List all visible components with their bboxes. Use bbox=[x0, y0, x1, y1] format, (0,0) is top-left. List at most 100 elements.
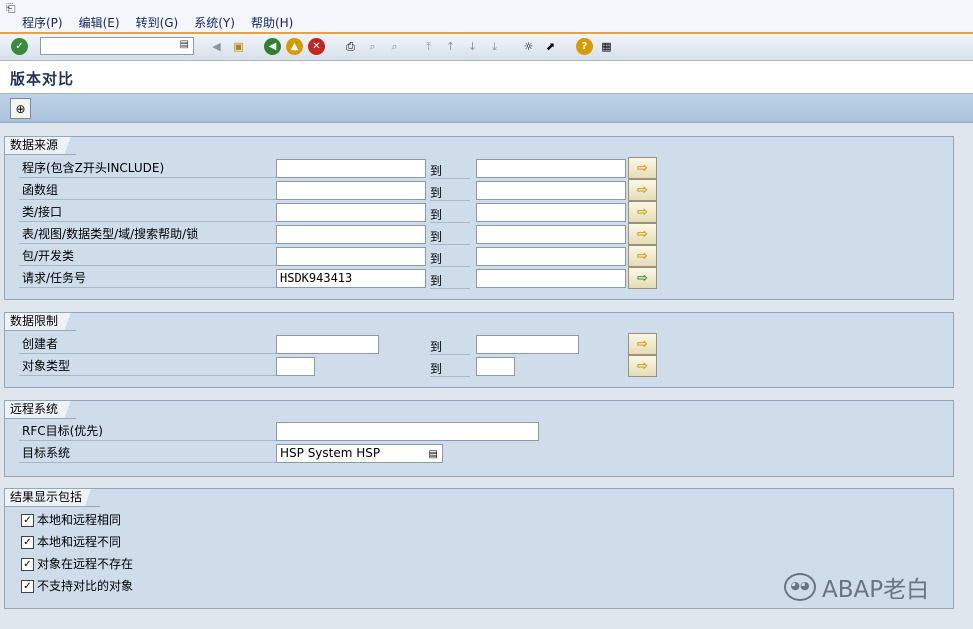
group-title: 远程系统 bbox=[5, 401, 77, 419]
command-dropdown-icon[interactable]: ▤ bbox=[180, 39, 189, 50]
request-from-input[interactable]: HSDK943413 bbox=[276, 269, 426, 288]
table-from-input[interactable] bbox=[276, 225, 426, 244]
option-label: 本地和远程不同 bbox=[37, 535, 122, 549]
to-label: 到 bbox=[430, 228, 470, 245]
group-title: 数据限制 bbox=[5, 313, 77, 331]
back-icon[interactable]: ◀ bbox=[264, 38, 281, 55]
group-data-limits: 数据限制 创建者 到 ⇨ 对象类型 到 ⇨ bbox=[4, 312, 954, 388]
help-icon[interactable]: ? bbox=[576, 38, 593, 55]
shortcut-icon[interactable]: ⬈ bbox=[542, 38, 559, 55]
package-from-input[interactable] bbox=[276, 247, 426, 266]
check-icon[interactable]: ✓ bbox=[11, 38, 28, 55]
field-label: 类/接口 bbox=[19, 203, 277, 222]
window-menu-icon[interactable]: ⎗ bbox=[6, 1, 16, 16]
option-label: 本地和远程相同 bbox=[37, 513, 122, 527]
checkbox-checked-icon[interactable]: ✓ bbox=[21, 557, 34, 571]
application-toolbar: ⊕ bbox=[0, 94, 973, 123]
table-to-input[interactable] bbox=[476, 225, 626, 244]
to-label: 到 bbox=[430, 206, 470, 223]
target-system-value: HSP System HSP bbox=[280, 446, 381, 460]
field-label: 包/开发类 bbox=[19, 247, 277, 266]
field-label: 创建者 bbox=[19, 335, 277, 354]
function-group-to-input[interactable] bbox=[476, 181, 626, 200]
watermark-text: ABAP老白 bbox=[822, 577, 930, 603]
arrow-right-icon: ⇨ bbox=[637, 226, 648, 242]
menu-help[interactable]: 帮助(H) bbox=[251, 14, 293, 31]
command-field[interactable]: ▤ bbox=[40, 37, 194, 55]
field-label: 对象类型 bbox=[19, 357, 277, 376]
arrow-right-icon: ⇨ bbox=[637, 160, 648, 176]
cancel-icon[interactable]: ✕ bbox=[308, 38, 325, 55]
request-to-input[interactable] bbox=[476, 269, 626, 288]
new-session-icon[interactable]: ☼ bbox=[520, 38, 537, 55]
menu-goto[interactable]: 转到(G) bbox=[136, 14, 179, 31]
standard-toolbar: ✓ ▤ ◀ ▣ ◀ ▲ ✕ ⎙ ⌕ ⌕ ⤒ ↑ ↓ ⤓ ☼ ⬈ ? ▦ bbox=[0, 34, 973, 61]
to-label: 到 bbox=[430, 360, 470, 377]
creator-to-input[interactable] bbox=[476, 335, 579, 354]
option-same[interactable]: ✓ 本地和远程相同 bbox=[21, 511, 121, 529]
arrow-right-icon: ⇨ bbox=[637, 182, 648, 198]
menu-edit[interactable]: 编辑(E) bbox=[79, 14, 120, 31]
object-type-from-input[interactable] bbox=[276, 357, 315, 376]
menu-program[interactable]: 程序(P) bbox=[22, 14, 63, 31]
dropdown-icon[interactable]: ▤ bbox=[429, 446, 438, 463]
group-title: 结果显示包括 bbox=[5, 489, 101, 507]
function-group-from-input[interactable] bbox=[276, 181, 426, 200]
field-label: 表/视图/数据类型/域/搜索帮助/锁 bbox=[19, 225, 277, 244]
multiple-selection-button[interactable]: ⇨ bbox=[628, 355, 657, 377]
page-title: 版本对比 bbox=[10, 70, 75, 88]
group-title: 数据来源 bbox=[5, 137, 77, 155]
multiple-selection-button[interactable]: ⇨ bbox=[628, 201, 657, 223]
program-to-input[interactable] bbox=[476, 159, 626, 178]
field-label: 目标系统 bbox=[19, 444, 277, 463]
group-data-source: 数据来源 程序(包含Z开头INCLUDE) 到 ⇨ 函数组 到 ⇨ 类/接口 到… bbox=[4, 136, 954, 300]
option-unsupported[interactable]: ✓ 不支持对比的对象 bbox=[21, 577, 133, 595]
previous-page-icon[interactable]: ↑ bbox=[442, 38, 459, 55]
class-to-input[interactable] bbox=[476, 203, 626, 222]
wechat-icon: ◕◕ bbox=[784, 573, 816, 601]
object-type-to-input[interactable] bbox=[476, 357, 515, 376]
find-next-icon[interactable]: ⌕ bbox=[386, 38, 403, 55]
arrow-right-icon: ⇨ bbox=[637, 204, 648, 220]
multiple-selection-button[interactable]: ⇨ bbox=[628, 267, 657, 289]
last-page-icon[interactable]: ⤓ bbox=[486, 38, 503, 55]
arrow-right-icon: ⇨ bbox=[637, 358, 648, 374]
menu-system[interactable]: 系统(Y) bbox=[194, 14, 235, 31]
option-label: 不支持对比的对象 bbox=[37, 579, 134, 593]
rfc-destination-input[interactable] bbox=[276, 422, 539, 441]
field-label: 程序(包含Z开头INCLUDE) bbox=[19, 159, 277, 178]
multiple-selection-button[interactable]: ⇨ bbox=[628, 245, 657, 267]
creator-from-input[interactable] bbox=[276, 335, 379, 354]
target-system-select[interactable]: HSP System HSP ▤ bbox=[276, 444, 443, 463]
checkbox-checked-icon[interactable]: ✓ bbox=[21, 535, 34, 549]
field-label: 函数组 bbox=[19, 181, 277, 200]
class-from-input[interactable] bbox=[276, 203, 426, 222]
layout-icon[interactable]: ▦ bbox=[598, 38, 615, 55]
watermark: ◕◕ ABAP老白 bbox=[784, 570, 929, 604]
save-icon[interactable]: ▣ bbox=[230, 38, 247, 55]
multiple-selection-button[interactable]: ⇨ bbox=[628, 333, 657, 355]
to-label: 到 bbox=[430, 184, 470, 201]
print-icon[interactable]: ⎙ bbox=[342, 38, 359, 55]
option-not-in-remote[interactable]: ✓ 对象在远程不存在 bbox=[21, 555, 133, 573]
multiple-selection-button[interactable]: ⇨ bbox=[628, 179, 657, 201]
option-different[interactable]: ✓ 本地和远程不同 bbox=[21, 533, 121, 551]
exit-icon[interactable]: ▲ bbox=[286, 38, 303, 55]
multiple-selection-button[interactable]: ⇨ bbox=[628, 223, 657, 245]
checkbox-checked-icon[interactable]: ✓ bbox=[21, 579, 34, 593]
to-label: 到 bbox=[430, 272, 470, 289]
program-from-input[interactable] bbox=[276, 159, 426, 178]
find-icon[interactable]: ⌕ bbox=[364, 38, 381, 55]
arrow-right-green-icon: ⇨ bbox=[637, 270, 648, 286]
to-label: 到 bbox=[430, 162, 470, 179]
multiple-selection-button[interactable]: ⇨ bbox=[628, 157, 657, 179]
package-to-input[interactable] bbox=[476, 247, 626, 266]
collapse-left-icon[interactable]: ◀ bbox=[208, 38, 225, 55]
arrow-right-icon: ⇨ bbox=[637, 336, 648, 352]
execute-icon[interactable]: ⊕ bbox=[10, 98, 31, 119]
title-bar: 版本对比 bbox=[0, 61, 973, 94]
next-page-icon[interactable]: ↓ bbox=[464, 38, 481, 55]
menu-bar: ⎗ 程序(P) 编辑(E) 转到(G) 系统(Y) 帮助(H) bbox=[0, 0, 973, 33]
first-page-icon[interactable]: ⤒ bbox=[420, 38, 437, 55]
checkbox-checked-icon[interactable]: ✓ bbox=[21, 513, 34, 527]
